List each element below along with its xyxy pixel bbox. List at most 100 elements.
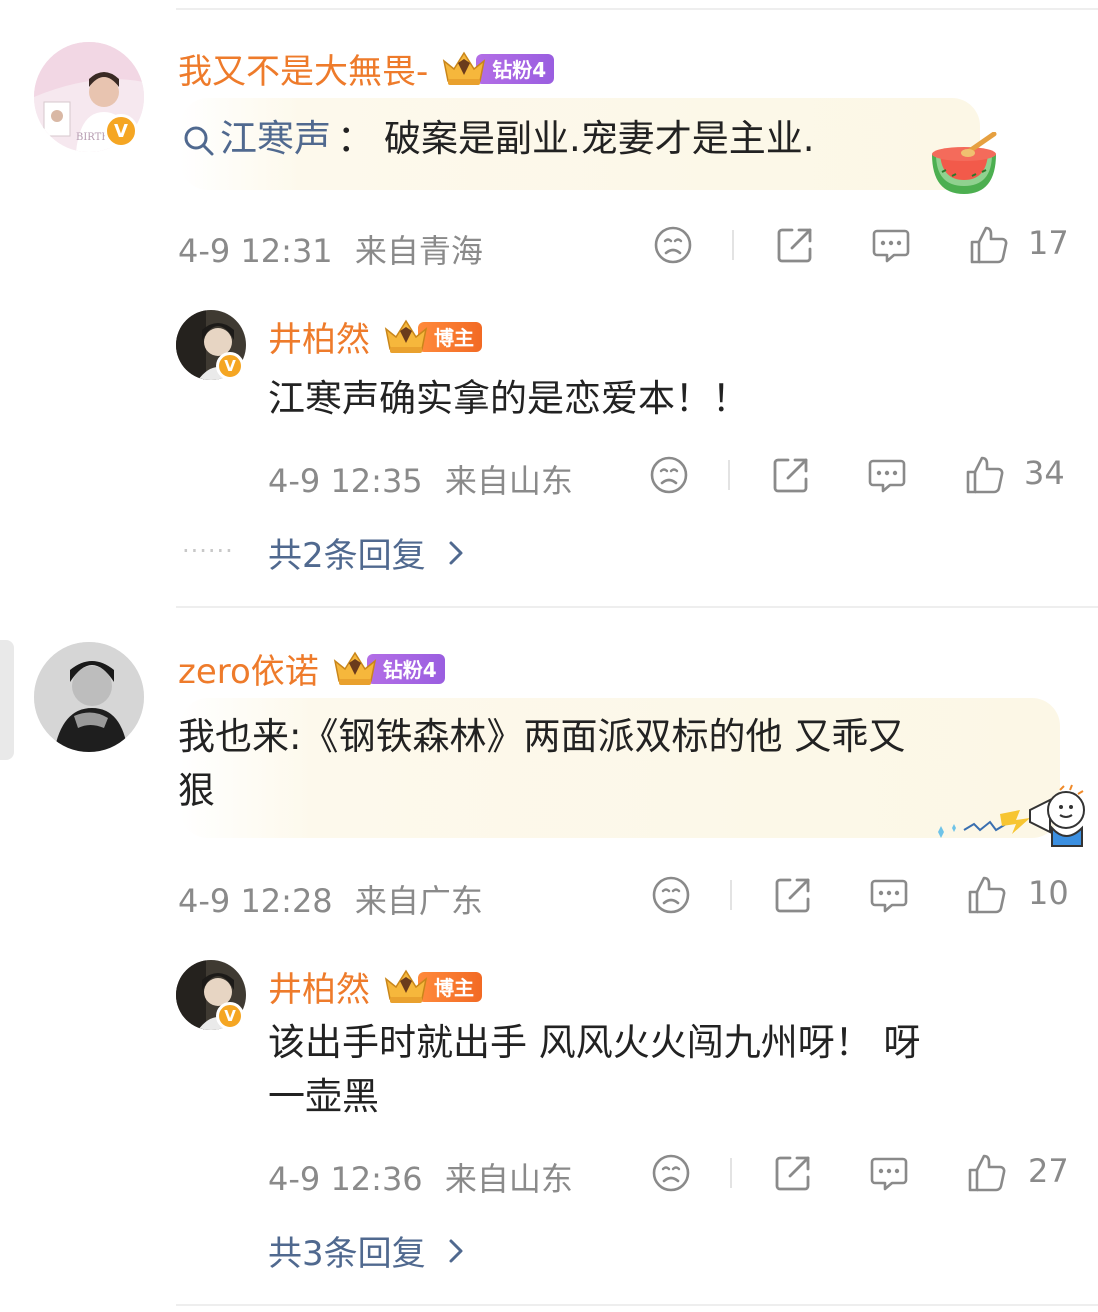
reply-text: 江寒声确实拿的是恋爱本！！ [268, 377, 749, 420]
blogger-badge[interactable]: 博主 [382, 970, 482, 1004]
reply-username-text[interactable]: 井柏然 [268, 962, 370, 1011]
username-text[interactable]: zero依诺 [178, 644, 319, 693]
timestamp: 4-9 12:31 [178, 232, 333, 270]
search-icon [184, 126, 214, 155]
action-divider [728, 460, 730, 490]
comment-meta: 4-9 12:28 来自广东 [178, 876, 483, 922]
like-button[interactable] [964, 1150, 1010, 1196]
crown-icon [382, 317, 430, 357]
reply-meta: 4-9 12:36 来自山东 [268, 1154, 573, 1200]
watermelon-icon [932, 132, 997, 194]
share-button[interactable] [770, 872, 816, 918]
reply-button[interactable] [866, 872, 912, 918]
chevron-right-icon [449, 1239, 463, 1262]
like-icon [964, 1150, 1010, 1196]
like-count: 17 [1028, 224, 1069, 262]
like-count: 34 [1024, 454, 1065, 492]
share-button[interactable] [772, 222, 818, 268]
more-replies-link[interactable]: 共3条回复 [268, 1226, 470, 1275]
reply-text: 该出手时就出手 风风火火闯九州呀！ 呀 一壶黑 [268, 1016, 921, 1124]
comment-text: 江寒声：破案是副业.宠妻才是主业. [182, 112, 815, 166]
dislike-icon [648, 872, 694, 918]
verified-icon: V [216, 352, 244, 380]
search-topic-link[interactable]: 江寒声 [182, 117, 331, 160]
fan-badge[interactable]: 钻粉4 [440, 49, 555, 89]
reply-button[interactable] [864, 452, 910, 498]
dislike-button[interactable] [650, 222, 696, 268]
timestamp: 4-9 12:36 [268, 1160, 423, 1198]
dislike-button[interactable] [646, 452, 692, 498]
location: 来自山东 [444, 1160, 573, 1198]
timestamp: 4-9 12:28 [178, 882, 333, 920]
crown-icon [440, 49, 488, 89]
separator: ： [337, 117, 374, 160]
comment-body-line: 狠 [178, 769, 215, 812]
username-text[interactable]: 我又不是大無畏- [178, 44, 428, 93]
reply-meta: 4-9 12:35 来自山东 [268, 456, 573, 502]
more-replies-label[interactable]: 共2条回复 [268, 528, 426, 577]
share-icon [768, 452, 814, 498]
blogger-badge[interactable]: 博主 [382, 320, 482, 354]
location: 来自山东 [444, 462, 573, 500]
dislike-button[interactable] [648, 872, 694, 918]
crown-icon [331, 649, 379, 689]
location: 来自青海 [354, 232, 483, 270]
dislike-icon [648, 1150, 694, 1196]
comment-icon [868, 222, 914, 268]
comment-icon [864, 452, 910, 498]
like-icon [966, 222, 1012, 268]
megaphone-character-icon [938, 784, 1085, 847]
reply-username[interactable]: 井柏然 博主 [268, 312, 482, 361]
top-divider [176, 8, 1098, 10]
share-icon [772, 222, 818, 268]
bottom-divider [176, 1304, 1098, 1306]
reply-actions: 34 [646, 452, 1086, 502]
action-divider [730, 880, 732, 910]
reply-button[interactable] [866, 1150, 912, 1196]
comment-divider [176, 606, 1098, 608]
comment-body: 破案是副业.宠妻才是主业. [384, 117, 815, 160]
comment-icon [866, 872, 912, 918]
reply-button[interactable] [868, 222, 914, 268]
comment-body-line: 我也来:《钢铁森林》两面派双标的他 又乖又 [178, 715, 906, 758]
share-button[interactable] [768, 452, 814, 498]
dislike-icon [650, 222, 696, 268]
more-replies-link[interactable]: 共2条回复 [268, 528, 470, 577]
location: 来自广东 [354, 882, 483, 920]
action-divider [732, 230, 734, 260]
share-icon [770, 872, 816, 918]
thread-dots: ...... [182, 530, 234, 558]
like-count: 10 [1028, 874, 1069, 912]
share-button[interactable] [770, 1150, 816, 1196]
chevron-right-icon [449, 541, 463, 564]
like-button[interactable] [962, 452, 1008, 498]
crown-icon [382, 967, 430, 1007]
comment-actions: 17 [650, 222, 1090, 272]
username[interactable]: 我又不是大無畏- 钻粉4 [178, 44, 555, 93]
avatar[interactable] [34, 642, 144, 752]
like-count: 27 [1028, 1152, 1069, 1190]
more-replies-label[interactable]: 共3条回复 [268, 1226, 426, 1275]
fan-badge[interactable]: 钻粉4 [331, 652, 445, 686]
reply-text-line: 一壶黑 [268, 1075, 379, 1118]
share-icon [770, 1150, 816, 1196]
reply-username-text[interactable]: 井柏然 [268, 312, 370, 361]
verified-icon: V [104, 114, 138, 148]
like-button[interactable] [964, 872, 1010, 918]
username[interactable]: zero依诺 钻粉4 [178, 644, 445, 693]
comment-actions: 10 [648, 872, 1088, 922]
side-scroll-tab[interactable] [0, 640, 14, 760]
comment-text: 我也来:《钢铁森林》两面派双标的他 又乖又 狠 [178, 710, 905, 818]
dislike-icon [646, 452, 692, 498]
like-button[interactable] [966, 222, 1012, 268]
reply-username[interactable]: 井柏然 博主 [268, 962, 482, 1011]
verified-icon: V [216, 1002, 244, 1030]
reply-text-line: 该出手时就出手 风风火火闯九州呀！ 呀 [268, 1021, 921, 1064]
action-divider [730, 1158, 732, 1188]
timestamp: 4-9 12:35 [268, 462, 423, 500]
comment-meta: 4-9 12:31 来自青海 [178, 226, 483, 272]
reply-actions: 27 [648, 1150, 1088, 1200]
like-icon [964, 872, 1010, 918]
comment-icon [866, 1150, 912, 1196]
dislike-button[interactable] [648, 1150, 694, 1196]
